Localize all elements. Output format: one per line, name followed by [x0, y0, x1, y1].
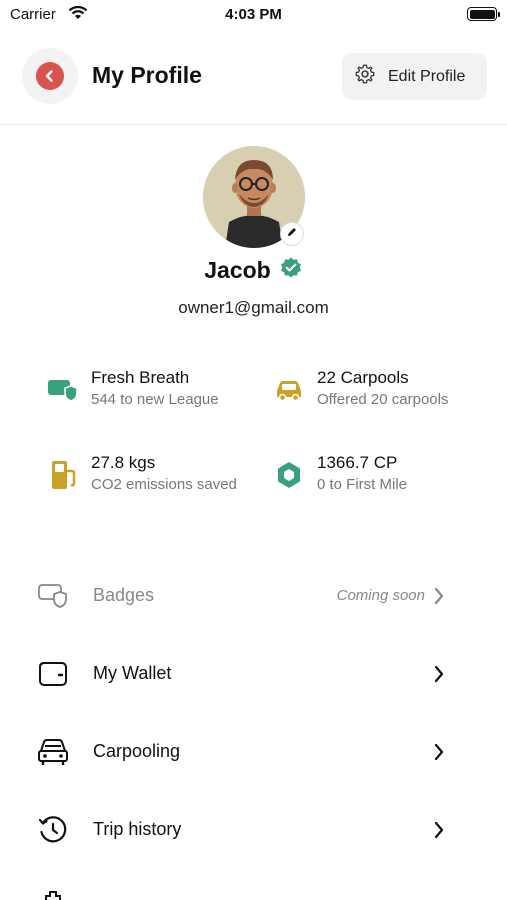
menu-item-trip-history[interactable]: Trip history	[0, 794, 507, 864]
shield-icon	[47, 374, 79, 406]
stat-sub: 0 to First Mile	[317, 476, 408, 493]
back-button[interactable]	[22, 48, 78, 104]
chevron-right-icon	[433, 587, 445, 610]
coming-soon-label: Coming soon	[336, 587, 425, 604]
status-time: 4:03 PM	[225, 6, 282, 23]
menu-item-badges[interactable]: Badges Coming soon	[0, 560, 507, 630]
edit-profile-label: Edit Profile	[388, 67, 466, 85]
stat-carpools: 22 Carpools Offered 20 carpools	[273, 368, 493, 412]
hexagon-icon	[273, 459, 305, 491]
status-bar: Carrier 4:03 PM	[0, 0, 507, 30]
menu-label: My Wallet	[93, 663, 172, 683]
header-divider	[0, 124, 507, 125]
settings-icon	[38, 890, 68, 900]
edit-profile-button[interactable]: Edit Profile	[342, 53, 487, 100]
profile-name-row: Jacob	[0, 256, 507, 285]
stat-league: Fresh Breath 544 to new League	[47, 368, 267, 412]
fuel-icon	[47, 459, 79, 491]
gear-icon	[354, 63, 376, 90]
history-icon	[36, 815, 70, 845]
stat-main: 22 Carpools	[317, 368, 409, 387]
verified-badge-icon	[279, 256, 303, 285]
badge-icon	[36, 581, 70, 611]
wallet-icon	[36, 659, 70, 689]
stat-main: 27.8 kgs	[91, 453, 156, 472]
profile-name: Jacob	[204, 257, 271, 283]
stat-sub: Offered 20 carpools	[317, 391, 449, 408]
menu-label: Badges	[93, 585, 155, 605]
battery-icon	[467, 7, 500, 21]
edit-avatar-button[interactable]	[280, 222, 304, 246]
stat-sub: CO2 emissions saved	[91, 476, 237, 493]
menu-label: Carpooling	[93, 741, 181, 761]
page-title: My Profile	[92, 62, 202, 88]
car-icon	[273, 374, 305, 406]
car-front-icon	[36, 737, 70, 767]
back-arrow-icon	[36, 62, 64, 90]
stat-emissions: 27.8 kgs CO2 emissions saved	[47, 453, 267, 497]
menu-item-carpooling[interactable]: Carpooling	[0, 716, 507, 786]
chevron-right-icon	[433, 821, 445, 844]
pencil-icon	[286, 225, 298, 243]
chevron-right-icon	[433, 665, 445, 688]
profile-email: owner1@gmail.com	[178, 298, 329, 317]
menu-item-wallet[interactable]: My Wallet	[0, 638, 507, 708]
page-header: My Profile Edit Profile	[0, 48, 507, 106]
stat-main: 1366.7 CP	[317, 453, 398, 472]
stat-sub: 544 to new League	[91, 391, 219, 408]
stat-main: Fresh Breath	[91, 368, 190, 387]
menu-label: Trip history	[93, 819, 182, 839]
chevron-right-icon	[433, 743, 445, 766]
stat-points: 1366.7 CP 0 to First Mile	[273, 453, 493, 497]
